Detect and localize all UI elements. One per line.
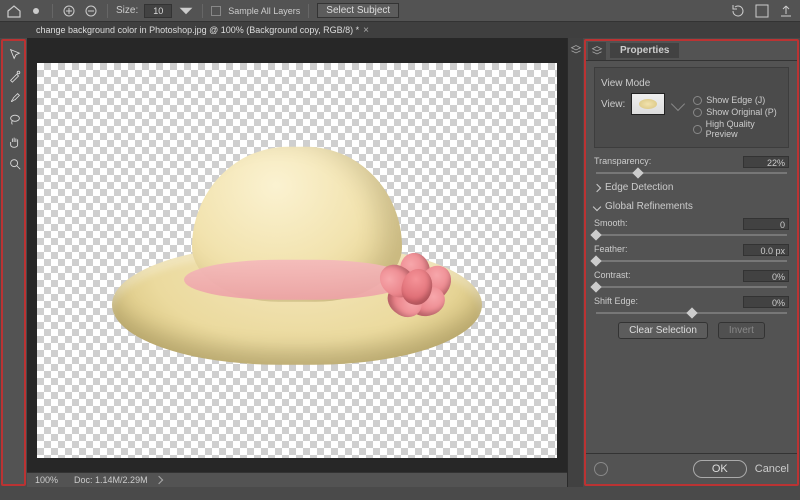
document-tab[interactable]: change background color in Photoshop.jpg… — [30, 24, 375, 37]
view-mode-group: View Mode View: Show Edge (J) Show Origi… — [594, 67, 789, 148]
view-swatch[interactable] — [631, 93, 665, 115]
canvas-region: 100% Doc: 1.14M/2.29M — [27, 38, 567, 487]
refine-brush-tool-icon[interactable] — [5, 66, 24, 86]
tool-preset-icon[interactable] — [28, 3, 44, 19]
smooth-value[interactable]: 0 — [743, 218, 789, 230]
status-menu-icon[interactable] — [154, 476, 162, 484]
quick-select-tool-icon[interactable] — [5, 44, 24, 64]
contrast-value[interactable]: 0% — [743, 270, 789, 282]
sample-all-label: Sample All Layers — [228, 6, 300, 16]
hand-tool-icon[interactable] — [5, 132, 24, 152]
invert-button[interactable]: Invert — [718, 322, 765, 339]
sample-all-layers-checkbox[interactable]: Sample All Layers — [211, 6, 300, 16]
collapsed-panels-strip — [567, 38, 583, 487]
options-bar: Size: 10 Sample All Layers Select Subjec… — [0, 0, 800, 22]
document-tab-bar: change background color in Photoshop.jpg… — [0, 22, 800, 38]
layers-panel-icon[interactable] — [570, 44, 582, 59]
shift-edge-slider[interactable]: Shift Edge:0% — [594, 296, 789, 314]
contrast-slider[interactable]: Contrast:0% — [594, 270, 789, 288]
zoom-tool-icon[interactable] — [5, 154, 24, 174]
view-mode-label: View Mode — [601, 78, 782, 89]
brush-tool-icon[interactable] — [5, 88, 24, 108]
panel-menu-icon[interactable] — [754, 3, 770, 19]
properties-tab[interactable]: Properties — [610, 43, 679, 58]
doc-size-readout: Doc: 1.14M/2.29M — [74, 475, 148, 485]
show-edge-checkbox[interactable]: Show Edge (J) — [693, 95, 782, 105]
size-label: Size: — [116, 5, 138, 16]
home-icon[interactable] — [6, 3, 22, 19]
hq-preview-checkbox[interactable]: High Quality Preview — [693, 119, 782, 139]
show-original-checkbox[interactable]: Show Original (P) — [693, 107, 782, 117]
tool-column — [1, 39, 26, 486]
canvas[interactable] — [37, 63, 557, 458]
hat-image — [112, 125, 482, 385]
status-bar: 100% Doc: 1.14M/2.29M — [27, 472, 567, 487]
reset-workflow-icon[interactable] — [594, 462, 608, 476]
properties-panel: Properties View Mode View: Show Edge (J)… — [584, 39, 799, 486]
cancel-button[interactable]: Cancel — [755, 463, 789, 475]
view-label: View: — [601, 99, 625, 110]
add-selection-icon[interactable] — [61, 3, 77, 19]
transparency-value[interactable]: 22% — [743, 156, 789, 168]
subtract-selection-icon[interactable] — [83, 3, 99, 19]
shift-edge-value[interactable]: 0% — [743, 296, 789, 308]
properties-footer: OK Cancel — [586, 453, 797, 484]
reset-icon[interactable] — [730, 3, 746, 19]
properties-panel-icon[interactable] — [588, 42, 606, 60]
select-subject-button[interactable]: Select Subject — [317, 3, 399, 18]
lasso-tool-icon[interactable] — [5, 110, 24, 130]
feather-slider[interactable]: Feather:0.0 px — [594, 244, 789, 262]
global-refinements-section[interactable]: Global Refinements — [594, 201, 789, 212]
view-dropdown-icon[interactable] — [671, 97, 685, 111]
smooth-slider[interactable]: Smooth:0 — [594, 218, 789, 236]
share-icon[interactable] — [778, 3, 794, 19]
transparency-slider[interactable]: Transparency:22% — [594, 156, 789, 174]
zoom-readout[interactable]: 100% — [35, 475, 58, 485]
document-tab-title: change background color in Photoshop.jpg… — [36, 25, 359, 35]
edge-detection-section[interactable]: Edge Detection — [594, 182, 789, 193]
ok-button[interactable]: OK — [693, 460, 747, 478]
close-tab-icon[interactable]: × — [363, 25, 369, 36]
feather-value[interactable]: 0.0 px — [743, 244, 789, 256]
clear-selection-button[interactable]: Clear Selection — [618, 322, 708, 339]
size-input[interactable]: 10 — [144, 4, 172, 18]
size-dropdown-icon[interactable] — [178, 3, 194, 19]
